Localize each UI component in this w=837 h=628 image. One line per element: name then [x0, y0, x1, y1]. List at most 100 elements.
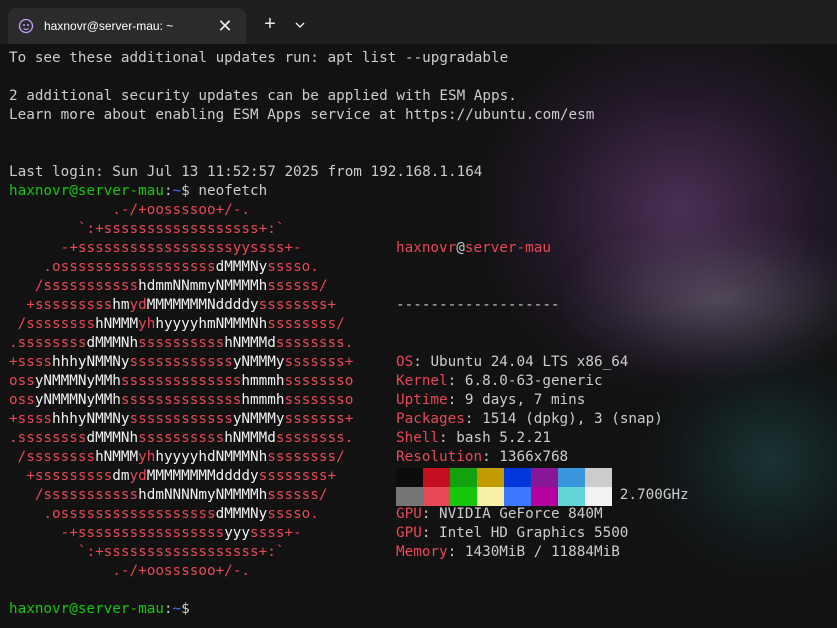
- logo-segment: dMMMNy: [215, 259, 268, 275]
- palette-swatch-bright-3: [477, 487, 504, 506]
- logo-segment: oss: [9, 373, 35, 389]
- info-field-separator: :: [447, 373, 465, 389]
- terminal-tab[interactable]: haxnovr@server-mau: ~ ✕: [8, 8, 246, 44]
- info-field-separator: :: [421, 525, 440, 541]
- logo-segment: ssssssssss: [138, 430, 225, 446]
- info-field-value: 1366x768: [499, 449, 569, 465]
- info-field-value: 1430MiB / 11884MiB: [464, 544, 620, 560]
- logo-line: /ssssssssssshdmNNNNmyNMMMMhssssss/: [9, 486, 353, 505]
- logo-segment: hmmmh: [241, 373, 285, 389]
- prompt-path: ~: [172, 183, 182, 199]
- logo-line: ossyNMMMNyMMhsssssssssssssshmmmhssssssso: [9, 372, 353, 391]
- logo-segment: sssso.: [267, 506, 319, 522]
- logo-segment: yd: [129, 297, 147, 313]
- palette-swatch-normal-1: [423, 468, 450, 487]
- palette-bright-row: [396, 487, 612, 506]
- logo-segment: hhhyNMMNy: [52, 411, 130, 427]
- logo-segment: ssssssssssss: [129, 354, 233, 370]
- logo-segment: hdmNNNNmyNMMMMh: [138, 487, 268, 503]
- info-fields: OS: Ubuntu 24.04 LTS x86_64 Kernel: 6.8.0…: [396, 353, 689, 560]
- terminal-line: Learn more about enabling ESM Apps servi…: [9, 107, 595, 123]
- logo-segment: .ossssssssssssssssss: [9, 506, 216, 522]
- info-field-key: Kernel: [396, 373, 448, 389]
- palette-swatch-bright-2: [450, 487, 477, 506]
- prompt-path: ~: [172, 601, 182, 617]
- logo-segment: yh: [138, 316, 156, 332]
- prompt-line-current[interactable]: haxnovr@server-mau:~$: [9, 600, 190, 619]
- logo-segment: +sssssssss: [9, 468, 113, 484]
- info-field: Shell: bash 5.2.21: [396, 429, 689, 448]
- logo-segment: -+ssssssssssssssssssyyssss+-: [9, 240, 302, 256]
- logo-line: .ossssssssssssssssssdMMMNysssso.: [9, 505, 353, 524]
- logo-segment: /sssssssssss: [9, 278, 139, 294]
- logo-segment: yyy: [224, 525, 251, 541]
- info-field-key: Uptime: [396, 392, 448, 408]
- info-field: Uptime: 9 days, 7 mins: [396, 391, 689, 410]
- palette-swatch-normal-3: [477, 468, 504, 487]
- logo-line: -+ssssssssssssssssssyyssss+-: [9, 239, 353, 258]
- logo-line: +ssssssssshmydMMMMMMMNddddyssssssss+: [9, 296, 353, 315]
- info-field-value: bash 5.2.21: [456, 430, 551, 446]
- terminal-line: To see these additional updates run: apt…: [9, 50, 509, 66]
- ubuntu-ascii-logo: .-/+oossssoo+/-. `:+ssssssssssssssssss+:…: [9, 201, 353, 581]
- palette-swatch-bright-1: [423, 487, 450, 506]
- logo-segment: hNMMM: [95, 449, 139, 465]
- logo-segment: /ssssssss: [9, 449, 96, 465]
- logo-line: .ssssssssdMMMNhsssssssssshNMMMdssssssss.: [9, 429, 353, 448]
- tab-dropdown-button[interactable]: [288, 12, 312, 38]
- logo-segment: dMMMNy: [215, 506, 268, 522]
- palette-swatch-normal-2: [450, 468, 477, 487]
- palette-swatch-bright-6: [558, 487, 585, 506]
- palette-swatch-bright-0: [396, 487, 423, 506]
- logo-segment: .ssssssss: [9, 335, 87, 351]
- info-field: Memory: 1430MiB / 11884MiB: [396, 543, 689, 562]
- close-tab-button[interactable]: ✕: [214, 17, 236, 35]
- logo-segment: oss: [9, 392, 35, 408]
- logo-segment: hyyyyhdNMMMNh: [155, 449, 268, 465]
- logo-segment: ssssssso: [284, 392, 354, 408]
- logo-segment: /sssssssssss: [9, 487, 139, 503]
- terminal-output[interactable]: To see these additional updates run: apt…: [9, 48, 829, 620]
- logo-line: /sssssssshNMMMyhhyyyyhdNMMMNhssssssss/: [9, 448, 353, 467]
- logo-segment: sssso.: [267, 259, 319, 275]
- logo-segment: +ssss: [9, 354, 53, 370]
- logo-segment: ssssssssssssss: [120, 373, 242, 389]
- logo-segment: yNMMMNyMMh: [34, 392, 121, 408]
- logo-segment: ssssssss/: [267, 449, 345, 465]
- info-field-separator: :: [447, 544, 465, 560]
- new-tab-button[interactable]: +: [256, 12, 284, 38]
- info-field-value: 9 days, 7 mins: [464, 392, 586, 408]
- info-field: Resolution: 1366x768: [396, 448, 689, 467]
- logo-segment: ssssss/: [267, 278, 328, 294]
- logo-segment: MMMMMMMNddddy: [146, 297, 259, 313]
- palette-swatch-bright-5: [531, 487, 558, 506]
- logo-segment: .-/+oossssoo+/-.: [9, 563, 251, 579]
- logo-segment: hNMMMd: [224, 430, 276, 446]
- palette-swatch-normal-6: [558, 468, 585, 487]
- logo-line: .ossssssssssssssssssdMMMNysssso.: [9, 258, 353, 277]
- info-field-separator: :: [413, 354, 431, 370]
- palette-swatch-normal-4: [504, 468, 531, 487]
- info-field: OS: Ubuntu 24.04 LTS x86_64: [396, 353, 689, 372]
- logo-segment: yNMMMNyMMh: [34, 373, 121, 389]
- logo-segment: hNMMM: [95, 316, 139, 332]
- info-field: GPU: Intel HD Graphics 5500: [396, 524, 689, 543]
- logo-line: +sssssssssdmydMMMMMMMMddddyssssssss+: [9, 467, 353, 486]
- logo-line: .-/+oossssoo+/-.: [9, 201, 353, 220]
- logo-segment: sssssss+: [284, 354, 354, 370]
- info-field-key: Memory: [396, 544, 448, 560]
- logo-line: /sssssssshNMMMyhhyyyyhmNMMMNhssssssss/: [9, 315, 353, 334]
- info-field-key: Shell: [396, 430, 440, 446]
- info-field-value: 1514 (dpkg), 3 (snap): [482, 411, 663, 427]
- logo-line: `:+ssssssssssssssssss+:`: [9, 543, 353, 562]
- prompt-command: neofetch: [189, 183, 268, 199]
- terminal-line: 2 additional security updates can be app…: [9, 88, 517, 104]
- logo-segment: dMMMNh: [86, 335, 139, 351]
- logo-line: ossyNMMMNyMMhsssssssssssssshmmmhssssssso: [9, 391, 353, 410]
- logo-segment: ssssss/: [267, 487, 328, 503]
- info-field-key: Resolution: [396, 449, 483, 465]
- prompt-user-host: haxnovr@server-mau: [9, 183, 164, 199]
- info-host: server-mau: [464, 240, 551, 256]
- logo-segment: hm: [112, 297, 130, 313]
- info-field: Kernel: 6.8.0-63-generic: [396, 372, 689, 391]
